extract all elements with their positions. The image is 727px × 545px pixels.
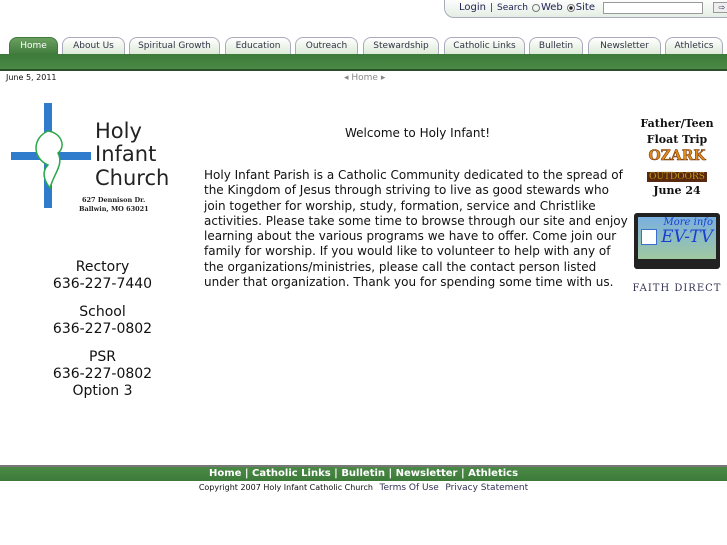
svg-text:Ballwin, MO 63021: Ballwin, MO 63021 [79, 205, 149, 213]
nav-bar [0, 54, 727, 71]
contact-label: Rectory [75, 259, 130, 275]
contact-rectory: Rectory 636-227-7440 [30, 259, 175, 293]
footer-link-catholic-links[interactable]: Catholic Links [252, 468, 331, 479]
tab-athletics[interactable]: Athletics [665, 37, 723, 55]
promo-date: June 24 [653, 184, 701, 197]
radio-web[interactable]: Web [531, 2, 563, 13]
footer-nav: Home | Catholic Links | Bulletin | Newsl… [0, 465, 727, 481]
contact-phone: 636-227-0802 [52, 321, 153, 337]
faith-direct-link[interactable]: FAITH DIRECT [632, 283, 722, 294]
copyright-text: Copyright 2007 Holy Infant Catholic Chur… [198, 483, 373, 492]
radio-label: Web [540, 2, 563, 13]
radio-icon [531, 3, 540, 12]
tab-outreach[interactable]: Outreach [295, 37, 358, 55]
radio-checked-icon [566, 3, 575, 12]
radio-site[interactable]: Site [566, 2, 595, 13]
tab-catholic-links[interactable]: Catholic Links [444, 37, 525, 55]
promo-title: Float Trip [646, 133, 708, 146]
church-logo: Holy Infant Church 627 Dennison Dr. Ball… [11, 103, 169, 213]
contact-phone: 636-227-7440 [52, 276, 153, 292]
terms-link[interactable]: Terms Of Use [380, 483, 439, 493]
login-link[interactable]: Login [459, 2, 486, 13]
ev-tv-banner[interactable]: More info EV-TV [634, 213, 720, 269]
tab-home[interactable]: Home [9, 37, 58, 55]
cross-icon [641, 229, 657, 245]
current-date: June 5, 2011 [6, 73, 57, 82]
search-label: Search [497, 2, 528, 13]
top-utility-bar: Login | Search Web Site ⇨ [444, 0, 727, 18]
intro-text: Holy Infant Parish is a Catholic Communi… [204, 168, 628, 290]
outdoors-logo: OUTDOORS [647, 172, 707, 182]
footer-link-newsletter[interactable]: Newsletter [396, 468, 458, 479]
privacy-link[interactable]: Privacy Statement [445, 483, 528, 493]
breadcrumb-home[interactable]: Home [351, 73, 378, 83]
svg-text:Infant: Infant [95, 142, 156, 166]
svg-text:Church: Church [95, 166, 169, 190]
search-go-button[interactable]: ⇨ [712, 2, 727, 13]
search-input[interactable] [602, 1, 703, 14]
contact-label: School [79, 304, 126, 320]
welcome-heading: Welcome to Holy Infant! [345, 126, 491, 140]
radio-label: Site [575, 2, 595, 13]
separator: | [489, 2, 494, 13]
contact-label: PSR [88, 349, 117, 365]
footer-copyright: Copyright 2007 Holy Infant Catholic Chur… [0, 483, 727, 493]
footer-link-athletics[interactable]: Athletics [468, 468, 518, 479]
sidebar-promos: Father/Teen Float Trip OZARK OUTDOORS Ju… [632, 116, 722, 294]
svg-text:Holy: Holy [95, 119, 142, 143]
tab-newsletter[interactable]: Newsletter [588, 37, 661, 55]
promo-title: Father/Teen [640, 117, 714, 130]
footer-link-home[interactable]: Home [209, 468, 241, 479]
contact-option: Option 3 [72, 383, 133, 399]
contact-school: School 636-227-0802 [30, 304, 175, 338]
tab-spiritual-growth[interactable]: Spiritual Growth [129, 37, 220, 55]
contact-list: Rectory 636-227-7440 School 636-227-0802 P… [30, 259, 175, 411]
tab-stewardship[interactable]: Stewardship [363, 37, 439, 55]
tab-education[interactable]: Education [225, 37, 291, 55]
tab-about-us[interactable]: About Us [62, 37, 125, 55]
tv-screen: More info EV-TV [638, 217, 716, 259]
svg-text:627 Dennison Dr.: 627 Dennison Dr. [82, 196, 145, 204]
breadcrumb: ◂ Home ▸ [344, 73, 386, 83]
tab-bulletin[interactable]: Bulletin [529, 37, 583, 55]
contact-psr: PSR 636-227-0802 Option 3 [30, 349, 175, 400]
ozark-logo: OZARK [648, 148, 706, 165]
float-trip-banner[interactable]: Father/Teen Float Trip OZARK OUTDOORS Ju… [632, 116, 722, 199]
footer-link-bulletin[interactable]: Bulletin [341, 468, 385, 479]
contact-phone: 636-227-0802 [52, 366, 153, 382]
